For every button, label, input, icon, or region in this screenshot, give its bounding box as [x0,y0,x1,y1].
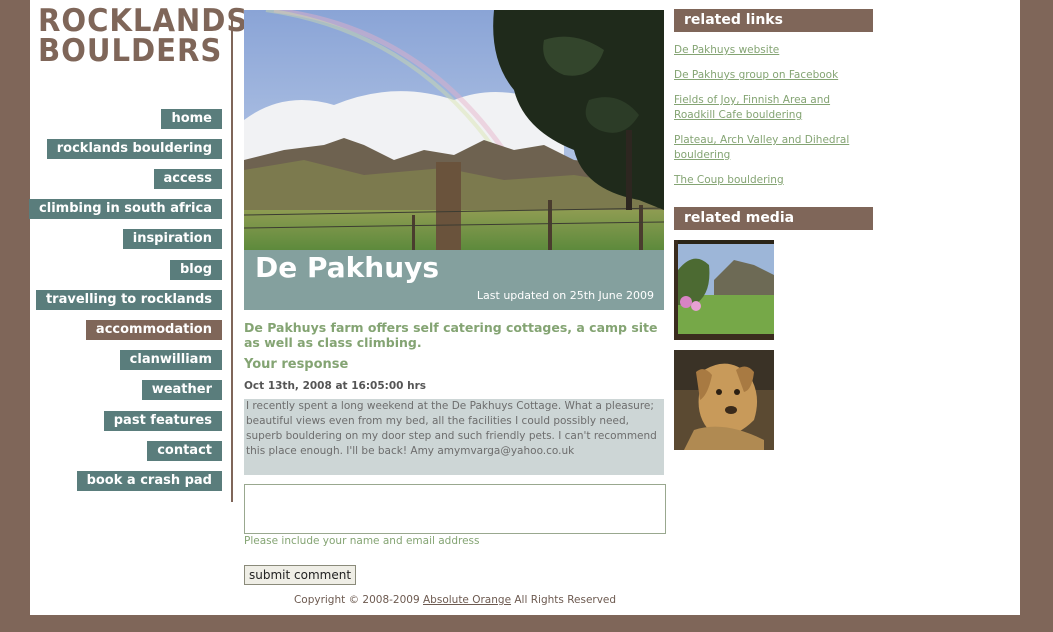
nav-blog[interactable]: blog [170,260,222,280]
nav-inspiration[interactable]: inspiration [122,229,222,249]
logo-line-2: BOULDERS [38,33,223,69]
related-link-pakhuys-facebook[interactable]: De Pakhuys group on Facebook [674,68,874,83]
last-updated-text: Last updated on 25th June 2009 [476,289,654,302]
nav-access[interactable]: access [153,169,222,189]
comment-date: Oct 13th, 2008 at 16:05:00 hrs [244,380,427,392]
nav-clanwilliam[interactable]: clanwilliam [119,350,222,370]
footer-copyright: Copyright © 2008-2009 [293,594,420,606]
nav-weather[interactable]: weather [141,380,222,400]
comment-input[interactable] [244,484,666,534]
media-thumb-dog[interactable] [674,350,774,450]
page: ROCKLANDS BOULDERS home rocklands boulde… [29,0,1020,615]
related-media-heading: related media [674,207,873,230]
input-hint: Please include your name and email addre… [244,535,480,547]
nav-travelling-to-rocklands[interactable]: travelling to rocklands [35,290,222,310]
comment-text: I recently spent a long weekend at the D… [244,399,664,475]
nav-accommodation[interactable]: accommodation [85,320,222,340]
site-logo[interactable]: ROCKLANDS BOULDERS [38,3,249,69]
nav-climbing-in-south-africa[interactable]: climbing in south africa [29,199,222,219]
related-link-plateau[interactable]: Plateau, Arch Valley and Dihedral boulde… [674,133,874,163]
garden-photo [674,240,774,340]
dog-photo [674,350,774,450]
page-title: De Pakhuys [255,251,440,284]
related-link-pakhuys-website[interactable]: De Pakhuys website [674,43,874,58]
related-links-heading: related links [674,9,873,32]
footer-rights: All Rights Reserved [514,594,617,606]
hero-banner: De Pakhuys Last updated on 25th June 200… [244,10,664,310]
submit-comment-button[interactable]: submit comment [244,565,357,585]
nav-home[interactable]: home [161,109,222,129]
nav-contact[interactable]: contact [147,441,222,461]
intro-text: De Pakhuys farm offers self catering cot… [244,320,658,350]
hero-landscape-image [244,10,664,250]
nav-divider [231,10,233,502]
footer: Copyright © 2008-2009 Absolute Orange Al… [244,594,666,606]
response-heading: Your response [244,357,349,372]
media-thumb-garden[interactable] [674,240,774,340]
nav-book-a-crash-pad[interactable]: book a crash pad [76,471,222,491]
nav-rocklands-bouldering[interactable]: rocklands bouldering [46,139,222,159]
footer-company-link[interactable]: Absolute Orange [423,594,511,606]
related-link-fields-of-joy[interactable]: Fields of Joy, Finnish Area and Roadkill… [674,93,874,123]
logo-line-1: ROCKLANDS [38,3,249,39]
related-link-the-coup[interactable]: The Coup bouldering [674,173,874,188]
nav-past-features[interactable]: past features [103,411,222,431]
